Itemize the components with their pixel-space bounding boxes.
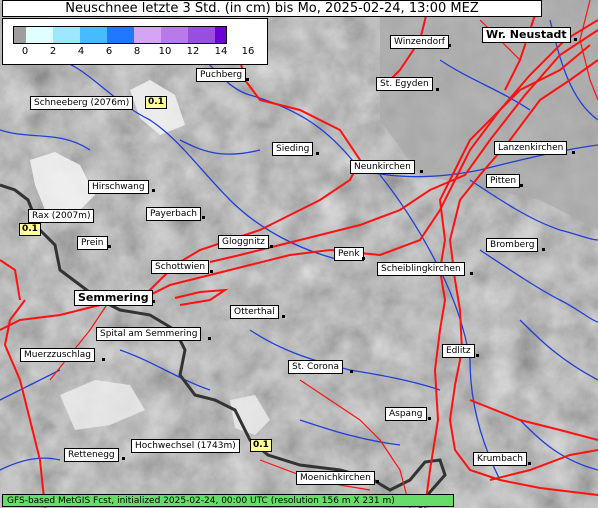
legend-tick: 4	[77, 46, 85, 57]
place-marker	[102, 358, 105, 361]
place-marker	[476, 354, 479, 357]
legend-seg-5	[134, 27, 161, 43]
place-label-sieding[interactable]: Sieding	[272, 142, 314, 156]
place-label-st-egyden[interactable]: St. Egyden	[376, 77, 433, 91]
place-label-schottwien[interactable]: Schottwien	[151, 260, 210, 274]
legend-seg-4	[107, 27, 134, 43]
place-label-gloggnitz[interactable]: Gloggnitz	[218, 235, 269, 249]
place-label-penk[interactable]: Penk	[334, 247, 364, 261]
place-label-neunkirchen[interactable]: Neunkirchen	[350, 160, 415, 174]
legend-tick: 14	[214, 46, 228, 57]
place-marker	[448, 44, 451, 47]
place-label-otterthal[interactable]: Otterthal	[230, 305, 279, 319]
forecast-footer: GFS-based MetGIS Fcst, initialized 2025-…	[2, 494, 454, 507]
place-marker	[202, 216, 205, 219]
snow-value-rax: 0.1	[19, 223, 41, 236]
place-label-krumbach[interactable]: Krumbach	[473, 452, 527, 466]
place-marker	[152, 189, 155, 192]
place-label-hirschwang[interactable]: Hirschwang	[88, 180, 149, 194]
place-marker	[108, 245, 111, 248]
place-label-bromberg[interactable]: Bromberg	[486, 238, 539, 252]
legend-color-bar	[13, 26, 227, 44]
snow-map[interactable]: Neuschnee letzte 3 Std. (in cm) bis Mo, …	[0, 0, 598, 508]
place-marker	[428, 417, 431, 420]
place-marker	[122, 457, 125, 460]
place-label-aspang[interactable]: Aspang	[385, 407, 427, 421]
place-label-winzendorf[interactable]: Winzendorf	[390, 35, 449, 49]
place-marker	[520, 184, 523, 187]
place-label-prein[interactable]: Prein	[77, 236, 108, 250]
place-marker	[572, 151, 575, 154]
place-marker	[528, 462, 531, 465]
legend-tick: 10	[158, 46, 172, 57]
legend-tick: 0	[21, 46, 29, 57]
place-marker	[376, 480, 379, 483]
legend-seg-2	[53, 27, 80, 43]
legend-seg-1	[26, 27, 53, 43]
legend-tick: 8	[133, 46, 141, 57]
legend-seg-0	[14, 27, 26, 43]
map-title: Neuschnee letzte 3 Std. (in cm) bis Mo, …	[2, 0, 542, 17]
place-marker	[316, 152, 319, 155]
legend-tick: 16	[241, 46, 255, 57]
place-label-puchberg[interactable]: Puchberg	[196, 68, 247, 82]
legend-seg-3	[80, 27, 107, 43]
place-label-scheiblingkirchen[interactable]: Scheiblingkirchen	[377, 262, 465, 276]
legend-tick: 2	[49, 46, 57, 57]
place-marker	[246, 78, 249, 81]
place-label-pitten[interactable]: Pitten	[486, 174, 521, 188]
place-label-muerzzuschlag[interactable]: Muerzzuschlag	[20, 348, 95, 362]
terrain-relief	[0, 0, 598, 508]
snow-value-hochwechsel: 0.1	[250, 439, 272, 452]
place-marker	[152, 300, 155, 303]
place-label-st-corona[interactable]: St. Corona	[288, 360, 343, 374]
place-label-hochwechsel[interactable]: Hochwechsel (1743m)	[131, 439, 240, 453]
place-marker	[208, 337, 211, 340]
place-label-rettenegg[interactable]: Rettenegg	[64, 448, 119, 462]
place-label-semmering[interactable]: Semmering	[74, 290, 153, 306]
place-marker	[574, 38, 577, 41]
place-marker	[420, 170, 423, 173]
place-marker	[542, 248, 545, 251]
legend-seg-7	[188, 27, 215, 43]
place-label-schneeberg[interactable]: Schneeberg (2076m)	[30, 96, 134, 110]
place-label-rax[interactable]: Rax (2007m)	[28, 209, 95, 223]
legend-tick: 12	[186, 46, 200, 57]
snow-value-schneeberg: 0.1	[145, 96, 167, 109]
place-label-lanzenkirchen[interactable]: Lanzenkirchen	[494, 141, 568, 155]
place-label-spital-am-semmering[interactable]: Spital am Semmering	[96, 327, 202, 341]
snow-legend: 0 2 4 6 8 10 12 14 16	[2, 18, 268, 65]
place-label-moenichkirchen[interactable]: Moenichkirchen	[296, 471, 375, 485]
place-marker	[350, 370, 353, 373]
place-label-payerbach[interactable]: Payerbach	[146, 207, 201, 221]
legend-seg-6	[161, 27, 188, 43]
legend-tick: 6	[105, 46, 113, 57]
place-marker	[270, 245, 273, 248]
legend-seg-8	[215, 27, 226, 43]
place-marker	[362, 257, 365, 260]
place-label-edlitz[interactable]: Edlitz	[442, 344, 475, 358]
place-marker	[282, 315, 285, 318]
place-label-wr-neustadt[interactable]: Wr. Neustadt	[482, 27, 571, 43]
place-marker	[470, 272, 473, 275]
place-marker	[436, 88, 439, 91]
place-marker	[210, 270, 213, 273]
